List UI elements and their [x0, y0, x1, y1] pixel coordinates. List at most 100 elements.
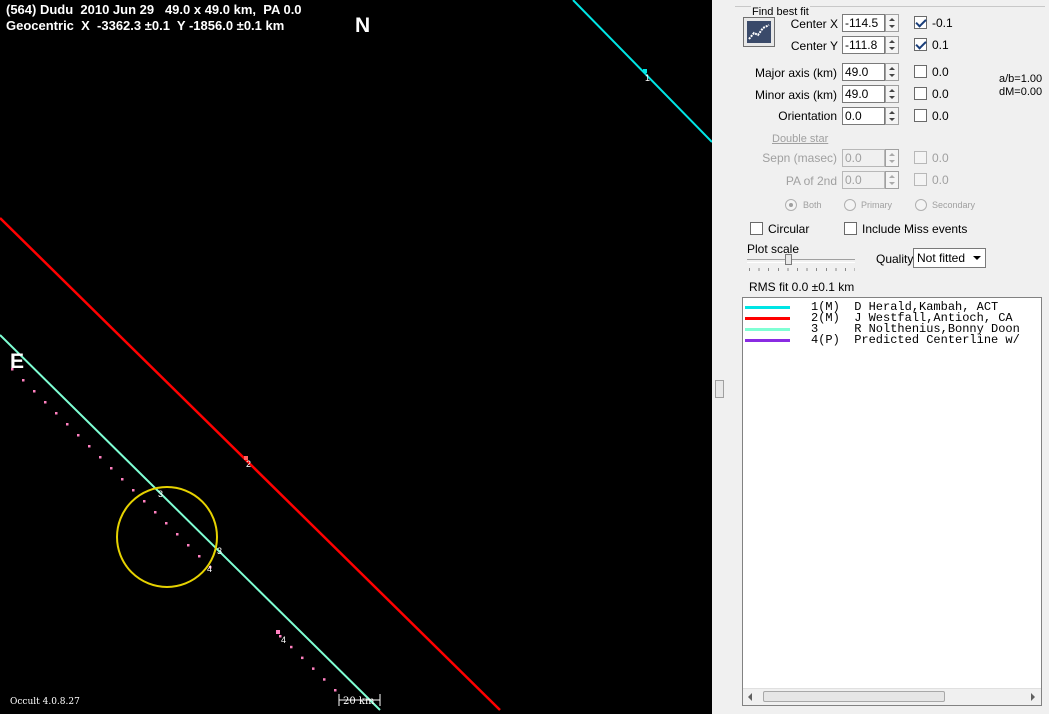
minor-axis-input[interactable]	[842, 85, 885, 103]
quality-select[interactable]: Not fitted	[913, 248, 986, 268]
slider-track	[747, 259, 855, 263]
minor-axis-spinner[interactable]	[885, 85, 899, 103]
north-label: N	[355, 14, 371, 37]
fit-panel: Find best fit Center X -0.1 Center Y 0.1…	[727, 0, 1049, 714]
pa-second-input[interactable]	[842, 171, 885, 189]
chord-3-line	[0, 334, 381, 711]
centerline-dot	[312, 667, 315, 670]
major-axis-label: Major axis (km)	[754, 66, 837, 80]
delta-mag-text: dM=0.00	[999, 86, 1043, 98]
centerline-dot	[301, 656, 304, 660]
list-item[interactable]: 4(P) Predicted Centerline w/	[743, 333, 1041, 347]
scroll-right-icon[interactable]	[1025, 689, 1041, 705]
major-axis-input[interactable]	[842, 63, 885, 81]
chord-1-line	[572, 0, 712, 143]
predicted-centerline-dots	[11, 368, 337, 692]
chord-label-4b: 4	[281, 635, 287, 645]
include-miss-checkbox[interactable]	[844, 222, 857, 235]
center-y-spinner[interactable]	[885, 36, 899, 54]
center-y-input[interactable]	[842, 36, 885, 54]
chord-4-marker	[276, 630, 280, 634]
radio-secondary-label: Secondary	[932, 200, 976, 210]
center-y-label: Center Y	[790, 39, 838, 53]
chord-label-4a: 4	[207, 564, 213, 574]
centerline-dot	[132, 489, 135, 492]
slider-thumb[interactable]	[785, 254, 792, 265]
centerline-dot	[99, 456, 102, 459]
centerline-dot	[323, 678, 326, 681]
orientation-label: Orientation	[778, 109, 837, 123]
circular-label: Circular	[768, 222, 810, 236]
list-horizontal-scrollbar[interactable]	[743, 688, 1041, 705]
scroll-left-icon[interactable]	[743, 689, 759, 705]
centerline-dot	[110, 467, 113, 470]
major-axis-spinner[interactable]	[885, 63, 899, 81]
centerline-dot	[66, 423, 69, 426]
slider-ticks	[749, 268, 855, 271]
chord-label-1: 1	[645, 73, 651, 83]
radio-primary[interactable]	[844, 199, 856, 211]
circular-checkbox[interactable]	[750, 222, 763, 235]
double-star-link[interactable]: Double star	[772, 133, 828, 145]
pa-second-label: PA of 2nd	[785, 174, 837, 188]
panel-splitter[interactable]	[712, 0, 726, 714]
observer-text: 4(P) Predicted Centerline w/	[811, 333, 1020, 347]
axis-ratio-text: a/b=1.00	[999, 73, 1043, 85]
asteroid-profile-ellipse	[116, 486, 218, 588]
centerline-dot	[198, 555, 201, 558]
separation-checkbox[interactable]	[914, 151, 927, 164]
version-label: Occult 4.0.8.27	[10, 697, 80, 707]
chord-label-2: 2	[246, 459, 252, 469]
centerline-dot	[290, 645, 293, 649]
observer-color-swatch	[745, 339, 790, 342]
pa-second-spinner[interactable]	[885, 171, 899, 189]
center-y-checkbox[interactable]	[914, 38, 927, 51]
centerline-dot	[121, 478, 124, 481]
centerline-dot	[55, 412, 58, 415]
centerline-dot	[165, 522, 168, 525]
centerline-dot	[176, 533, 179, 536]
scale-label: 20 km	[343, 696, 375, 707]
centerline-dot	[88, 445, 91, 448]
radio-primary-label: Primary	[861, 200, 892, 210]
rms-fit-text: RMS fit 0.0 ±0.1 km	[749, 280, 855, 294]
observer-color-swatch	[745, 317, 790, 320]
plot-canvas	[0, 0, 712, 711]
observer-color-swatch	[745, 306, 790, 309]
separation-input[interactable]	[842, 149, 885, 167]
radio-both[interactable]	[785, 199, 797, 211]
include-miss-label: Include Miss events	[862, 222, 968, 236]
minor-axis-label: Minor axis (km)	[754, 88, 837, 102]
major-axis-check-label: 0.0	[932, 65, 949, 79]
orientation-input[interactable]	[842, 107, 885, 125]
centerline-dot	[77, 434, 80, 437]
observer-list[interactable]: 1(M) D Herald,Kambah, ACT 2(M) J Westfal…	[742, 297, 1042, 706]
separation-spinner[interactable]	[885, 149, 899, 167]
center-x-input[interactable]	[842, 14, 885, 32]
plot-scale-slider[interactable]	[747, 254, 855, 272]
orientation-check-label: 0.0	[932, 109, 949, 123]
occultation-plot[interactable]: (564) Dudu 2010 Jun 29 49.0 x 49.0 km, P…	[0, 0, 712, 714]
major-axis-checkbox[interactable]	[914, 65, 927, 78]
center-x-spinner[interactable]	[885, 14, 899, 32]
observer-color-swatch	[745, 328, 790, 331]
center-x-check-label: -0.1	[932, 16, 953, 30]
centerline-dot	[154, 511, 157, 514]
scroll-thumb[interactable]	[763, 691, 945, 702]
pa-second-checkbox[interactable]	[914, 173, 927, 186]
minor-axis-check-label: 0.0	[932, 87, 949, 101]
centerline-dot	[143, 500, 146, 503]
centerline-dot	[33, 390, 36, 393]
centerline-dot	[44, 401, 47, 404]
centerline-dot	[334, 689, 337, 692]
center-x-checkbox[interactable]	[914, 16, 927, 29]
quality-label: Quality	[876, 252, 914, 266]
minor-axis-checkbox[interactable]	[914, 87, 927, 100]
splitter-grip[interactable]	[715, 380, 724, 398]
centerline-dot	[22, 379, 25, 382]
center-y-check-label: 0.1	[932, 38, 949, 52]
radio-secondary[interactable]	[915, 199, 927, 211]
orientation-checkbox[interactable]	[914, 109, 927, 122]
orientation-spinner[interactable]	[885, 107, 899, 125]
chord-label-3a: 3	[158, 489, 164, 499]
